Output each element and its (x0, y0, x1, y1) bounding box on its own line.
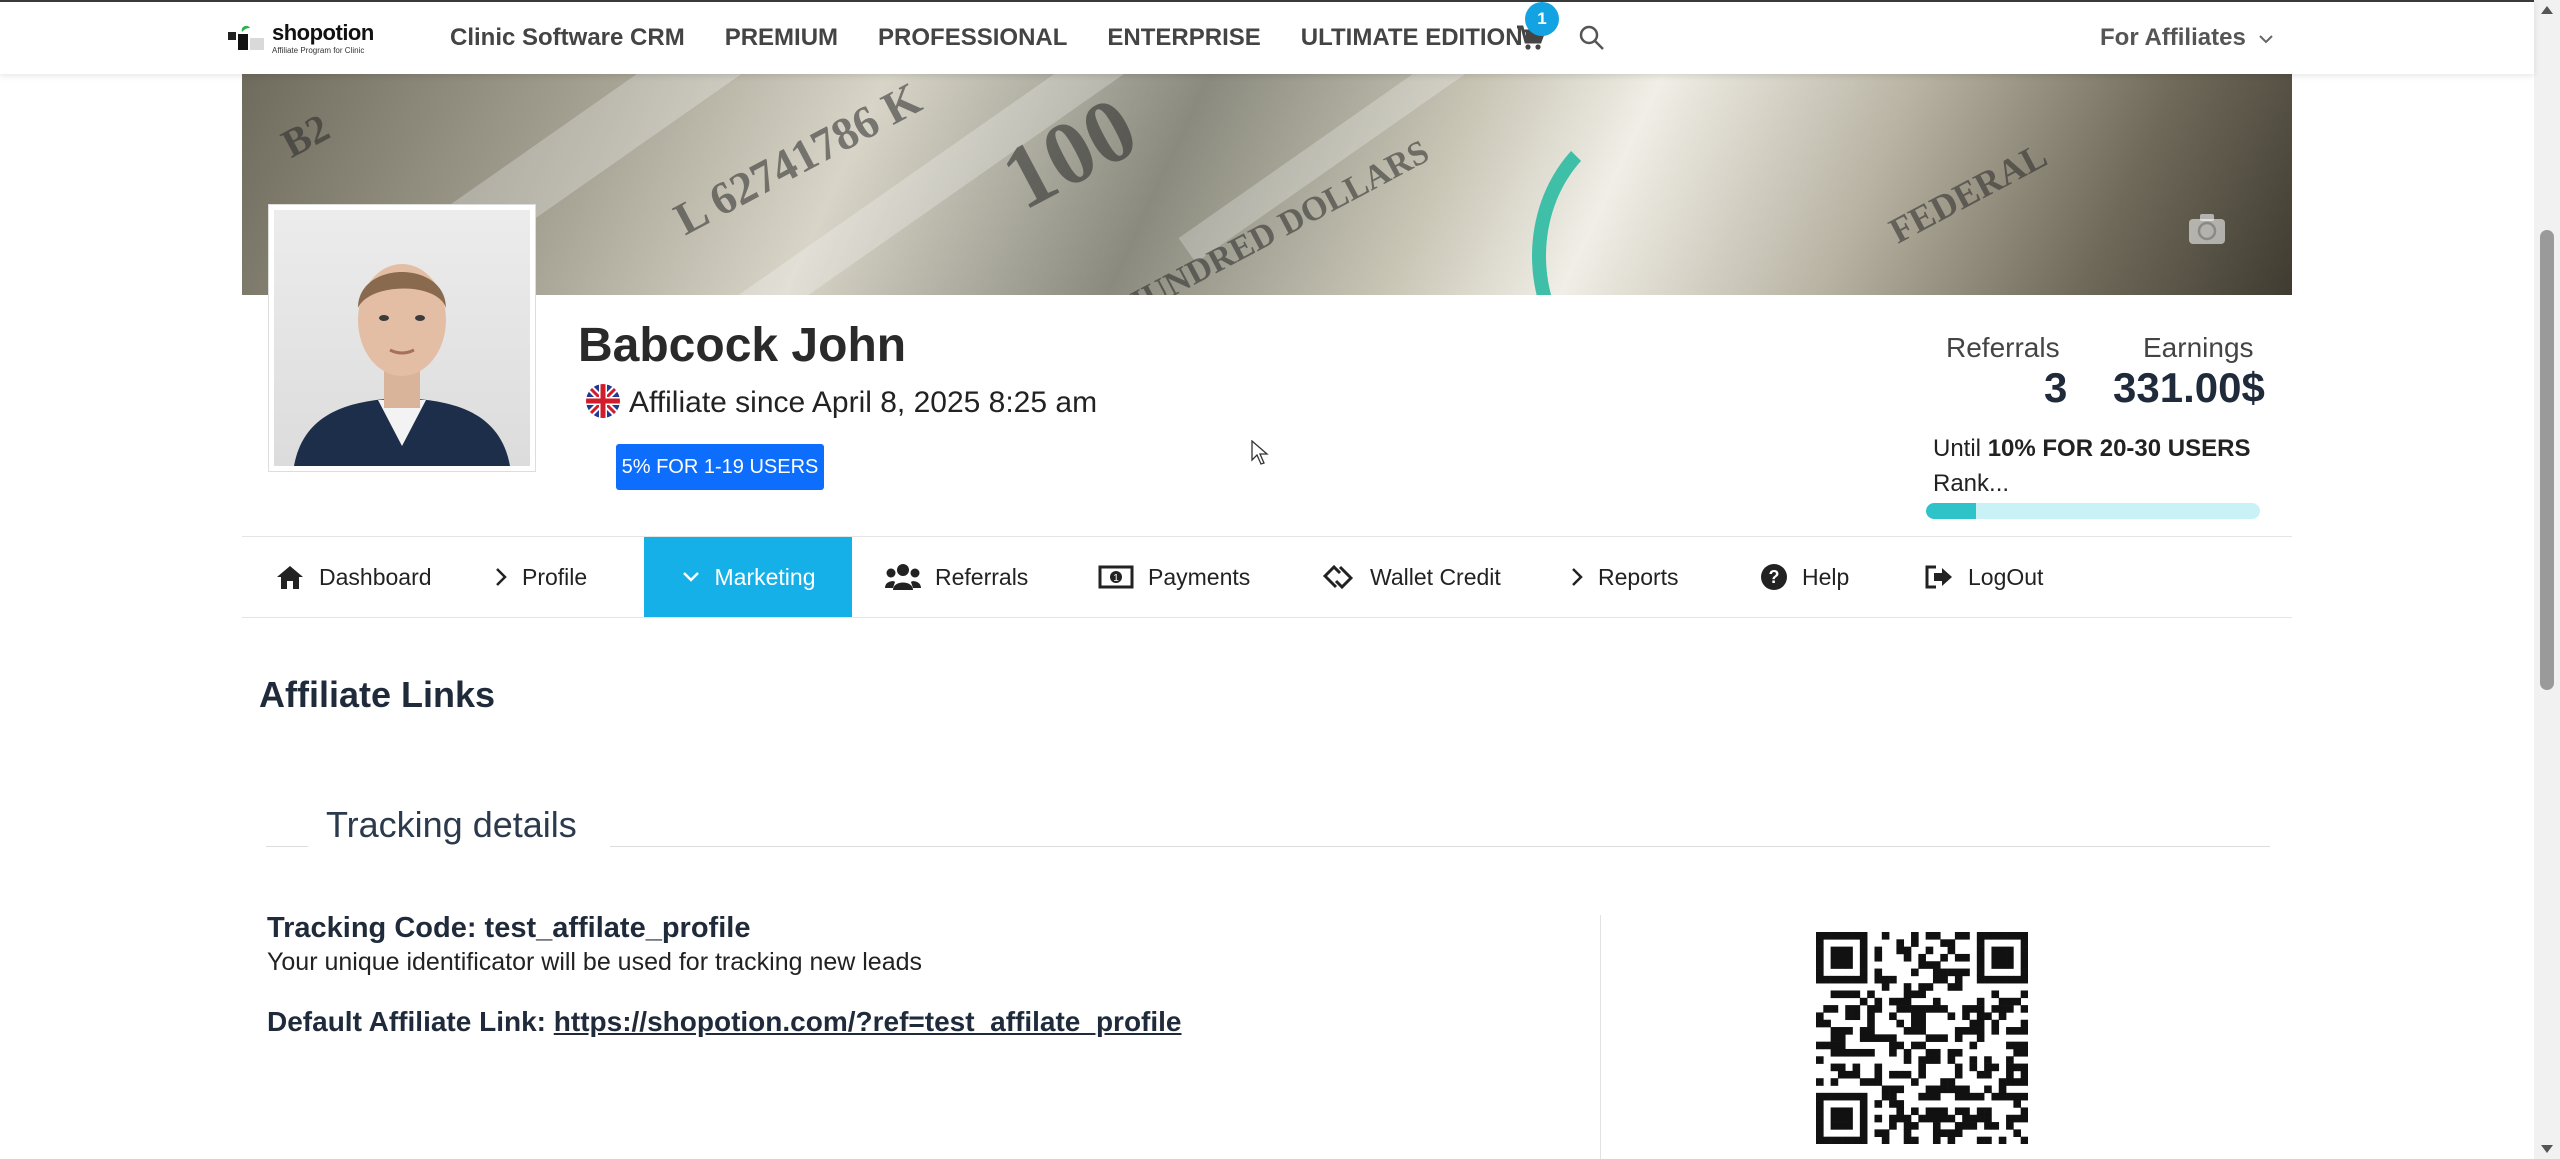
tab-profile[interactable]: Profile (494, 537, 654, 617)
tab-reports[interactable]: Reports (1570, 537, 1720, 617)
nav-item-professional[interactable]: PROFESSIONAL (878, 24, 1067, 52)
section-title: Affiliate Links (259, 674, 496, 715)
chevron-right-icon (1572, 568, 1583, 586)
mouse-cursor-icon (1251, 440, 1269, 465)
chevron-down-icon (2259, 34, 2274, 44)
earnings-value: 331.00$ (2113, 364, 2265, 411)
commission-level-badge[interactable]: 5% FOR 1-19 USERS (616, 444, 824, 490)
profile-tabs: Dashboard Profile Marketing Referrals 1 … (242, 536, 2292, 618)
profile-name: Babcock John (578, 319, 907, 372)
rank-progress-fill (1926, 503, 1977, 519)
earnings-label: Earnings (2143, 332, 2254, 363)
tab-logout[interactable]: LogOut (1924, 537, 2084, 617)
user-photo (294, 264, 510, 466)
next-level-text: Until 10% FOR 20-30 USERS (1933, 435, 2250, 463)
nav-item-clinic-software-crm[interactable]: Clinic Software CRM (450, 24, 685, 52)
tab-referrals[interactable]: Referrals (885, 537, 1065, 617)
tab-label: Payments (1148, 563, 1251, 590)
tab-help[interactable]: ? Help (1760, 537, 1890, 617)
for-affiliates-menu[interactable]: For Affiliates (2100, 24, 2274, 52)
uk-flag-icon (586, 384, 620, 418)
logo-mark-icon (228, 25, 264, 50)
referrals-value: 3 (2044, 364, 2068, 411)
tab-marketing[interactable]: Marketing (644, 537, 852, 617)
tab-wallet-credit[interactable]: Wallet Credit (1320, 537, 1540, 617)
logo-tagline: Affiliate Program for Clinic (272, 46, 365, 55)
money-icon: 1 (1098, 565, 1134, 589)
referrals-label: Referrals (1946, 332, 2060, 363)
chevron-right-icon (496, 568, 507, 586)
avatar-frame (268, 204, 536, 472)
nav-item-enterprise[interactable]: ENTERPRISE (1107, 24, 1260, 52)
fieldset-border-right (610, 846, 2270, 847)
tab-label: Marketing (714, 563, 816, 590)
tracking-details-legend: Tracking details (326, 804, 577, 845)
scroll-up-arrow-icon[interactable] (2541, 6, 2553, 14)
tab-label: Dashboard (319, 563, 432, 590)
logout-icon (1925, 565, 1952, 589)
tab-label: Profile (522, 563, 588, 590)
logo-brand: shopotion (272, 20, 374, 45)
main-nav: Clinic Software CRM PREMIUM PROFESSIONAL… (450, 24, 1563, 52)
default-affiliate-link[interactable]: https://shopotion.com/?ref=test_affilate… (554, 1006, 1182, 1037)
scrollbar-thumb[interactable] (2540, 230, 2554, 690)
tab-payments[interactable]: 1 Payments (1098, 537, 1278, 617)
scroll-down-arrow-icon[interactable] (2541, 1145, 2553, 1153)
tab-label: Help (1802, 563, 1850, 590)
tracking-code-hint: Your unique identificator will be used f… (267, 948, 923, 976)
rank-progress-bar (1926, 503, 2260, 519)
until-prefix: Until (1933, 435, 1982, 462)
svg-text:?: ? (1769, 567, 1780, 587)
wallet-icon (1322, 564, 1354, 590)
tab-label: Referrals (935, 563, 1029, 590)
avatar[interactable] (274, 210, 530, 466)
nav-item-premium[interactable]: PREMIUM (725, 24, 838, 52)
qr-code-image[interactable] (1816, 932, 2028, 1144)
default-link-label: Default Affiliate Link: (267, 1006, 546, 1037)
camera-icon[interactable] (2187, 212, 2227, 246)
nav-item-ultimate-edition[interactable]: ULTIMATE EDITION (1301, 24, 1523, 52)
tab-dashboard[interactable]: Dashboard (242, 537, 505, 617)
shopotion-logo[interactable]: shopotion Affiliate Program for Clinic (226, 16, 374, 56)
tracking-code: Tracking Code: test_affilate_profile (267, 912, 751, 944)
svg-text:1: 1 (1113, 573, 1119, 584)
next-level-target: 10% FOR 20-30 USERS (1987, 435, 2251, 462)
search-icon[interactable] (1578, 24, 1606, 52)
profile-cover-banner: L 62741786 K 100 HUNDRED DOLLARS B2 FEDE… (242, 72, 2292, 295)
for-affiliates-label: For Affiliates (2100, 24, 2246, 51)
cart-count-badge: 1 (1525, 2, 1559, 36)
tab-label: Reports (1598, 563, 1679, 590)
chevron-down-icon (682, 572, 699, 582)
home-icon (277, 566, 303, 589)
users-icon (885, 564, 921, 590)
tab-label: LogOut (1968, 563, 2044, 590)
default-affiliate-link-row: Default Affiliate Link: https://shopotio… (267, 1006, 1182, 1038)
affiliate-since: Affiliate since April 8, 2025 8:25 am (629, 386, 1098, 419)
help-icon: ? (1761, 564, 1787, 590)
top-navigation-bar: shopotion Affiliate Program for Clinic C… (0, 0, 2534, 74)
fieldset-border-left (266, 846, 308, 847)
page-scrollbar[interactable] (2534, 0, 2560, 1159)
rank-label: Rank... (1933, 470, 2010, 497)
tab-label: Wallet Credit (1370, 563, 1501, 590)
column-divider (1600, 915, 1601, 1159)
